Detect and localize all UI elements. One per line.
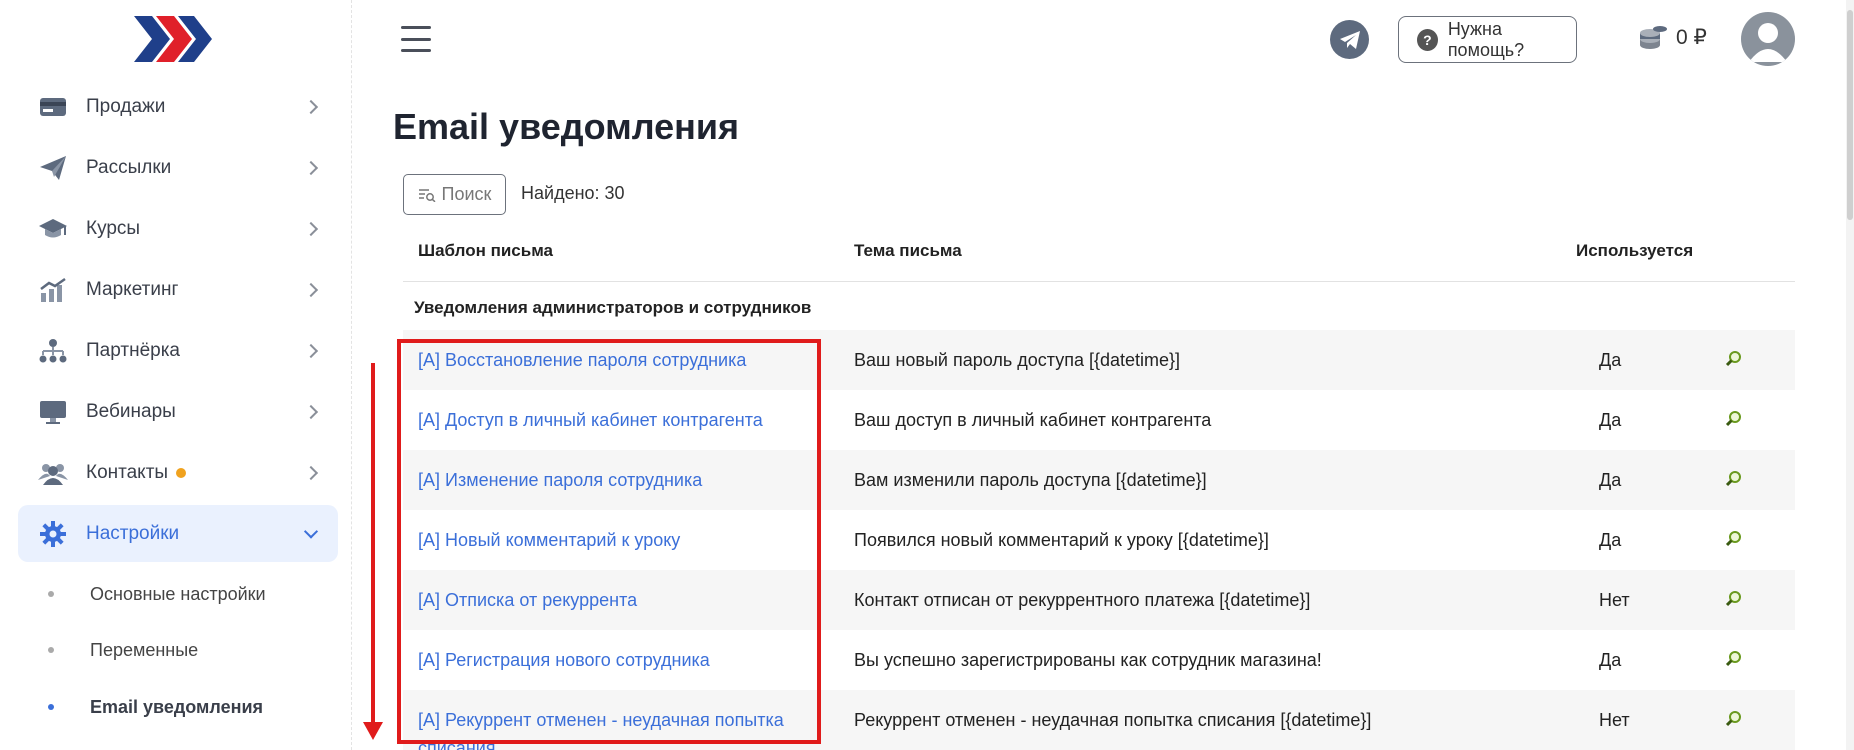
sidebar-item-label: Партнёрка [86,339,180,361]
sidebar-nav: Продажи Рассылки Курсы Маркетинг Партнёр… [18,78,338,566]
hamburger-line [401,37,431,41]
sidebar-item-settings[interactable]: Настройки [18,505,338,562]
preview-icon[interactable] [1725,530,1743,553]
sidebar-subitem-label: Email уведомления [90,696,264,717]
hamburger-line [401,49,431,52]
chevron-right-icon [303,343,319,358]
sidebar-item-label: Продажи [86,95,166,117]
table-header: Шаблон письма Тема письма Используется [403,227,1795,282]
group-title: Уведомления администраторов и сотруднико… [414,298,812,317]
preview-icon[interactable] [1725,470,1743,493]
users-icon [38,458,68,488]
sidebar-item-partners[interactable]: Партнёрка [18,322,338,379]
preview-icon[interactable] [1725,590,1743,613]
hierarchy-icon [38,336,68,366]
monitor-icon [38,397,68,427]
scroll-arrow-head-icon [363,722,383,740]
graduation-cap-icon [38,214,68,244]
subject-cell: Контакт отписан от рекуррентного платежа… [854,590,1311,610]
telegram-button[interactable] [1330,20,1369,59]
sidebar-subitem-main-settings[interactable]: Основные настройки [18,566,338,622]
results-count: Найдено: 30 [521,183,625,203]
sidebar-item-label: Контакты [86,461,169,483]
used-cell: Нет [1599,710,1630,730]
paper-plane-icon [38,153,68,183]
avatar[interactable] [1741,12,1795,66]
used-cell: Да [1599,530,1622,550]
help-button-label: Нужна помощь? [1447,18,1525,60]
bullet-icon [48,647,54,653]
table-group-header: Уведомления администраторов и сотруднико… [403,282,1795,330]
chevron-right-icon [303,404,319,419]
subject-cell: Вы успешно зарегистрированы как сотрудни… [854,650,1322,670]
subject-cell: Рекуррент отменен - неудачная попытка сп… [854,710,1372,730]
used-cell: Да [1599,650,1622,670]
sidebar-item-sales[interactable]: Продажи [18,78,338,135]
logo-icon[interactable] [134,16,212,62]
question-icon: ? [1417,28,1438,51]
scrollbar-thumb[interactable] [1847,10,1853,220]
filter-search-icon [418,188,436,202]
chart-growth-icon [38,275,68,305]
column-header-used[interactable]: Используется [1576,241,1693,261]
user-icon [1749,23,1787,62]
hamburger-line [401,26,431,29]
preview-icon[interactable] [1725,410,1743,433]
chevron-right-icon [303,282,319,297]
sidebar-item-mailings[interactable]: Рассылки [18,139,338,196]
subject-cell: Появился новый комментарий к уроку [{dat… [854,530,1269,550]
column-header-subject[interactable]: Тема письма [854,241,962,261]
used-cell: Да [1599,350,1622,370]
chevron-right-icon [303,99,319,114]
sidebar-subitem-variables[interactable]: Переменные [18,622,338,678]
sidebar-item-label: Маркетинг [86,278,179,300]
column-header-template[interactable]: Шаблон письма [418,241,553,261]
sidebar-item-label: Рассылки [86,156,172,178]
balance[interactable]: 0 ₽ [1638,24,1707,50]
scroll-arrow-line [371,363,375,727]
sidebar-item-contacts[interactable]: Контакты [18,444,338,501]
sidebar-subitem-email-notifications[interactable]: Email уведомления [18,679,338,735]
sidebar-item-marketing[interactable]: Маркетинг [18,261,338,318]
sidebar-item-courses[interactable]: Курсы [18,200,338,257]
chevron-right-icon [303,465,319,480]
chevron-down-icon [303,523,319,539]
sidebar: Продажи Рассылки Курсы Маркетинг Партнёр… [0,0,352,750]
preview-icon[interactable] [1725,710,1743,733]
telegram-icon [1339,30,1360,49]
preview-icon[interactable] [1725,650,1743,673]
notification-badge [176,467,187,478]
sidebar-subitem-label: Основные настройки [90,583,266,604]
sidebar-item-label: Курсы [86,217,141,239]
page-scrollbar[interactable] [1846,0,1854,750]
bullet-icon [48,704,54,710]
bullet-icon [48,591,54,597]
used-cell: Да [1599,410,1622,430]
menu-toggle-button[interactable] [401,26,431,52]
sidebar-item-webinars[interactable]: Вебинары [18,383,338,440]
coins-icon [1640,26,1667,49]
sidebar-item-label: Вебинары [86,400,176,422]
page-title: Email уведомления [393,106,740,147]
subject-cell: Ваш доступ в личный кабинет контрагента [854,410,1212,430]
used-cell: Да [1599,470,1622,490]
chevron-right-icon [303,160,319,175]
preview-icon[interactable] [1725,350,1743,373]
subject-cell: Вам изменили пароль доступа [{datetime}] [854,470,1207,490]
sidebar-item-label: Настройки [86,522,180,544]
used-cell: Нет [1599,590,1630,610]
gear-icon [38,519,68,549]
search-button[interactable]: Поиск [403,174,506,215]
card-icon [38,92,68,122]
subject-cell: Ваш новый пароль доступа [{datetime}] [854,350,1181,370]
chevron-right-icon [303,221,319,236]
highlight-box [397,339,821,744]
balance-value: 0 ₽ [1676,25,1707,49]
search-button-label: Поиск [441,184,492,204]
sidebar-subitem-label: Переменные [90,639,199,660]
help-button[interactable]: ? Нужна помощь? [1398,16,1577,63]
